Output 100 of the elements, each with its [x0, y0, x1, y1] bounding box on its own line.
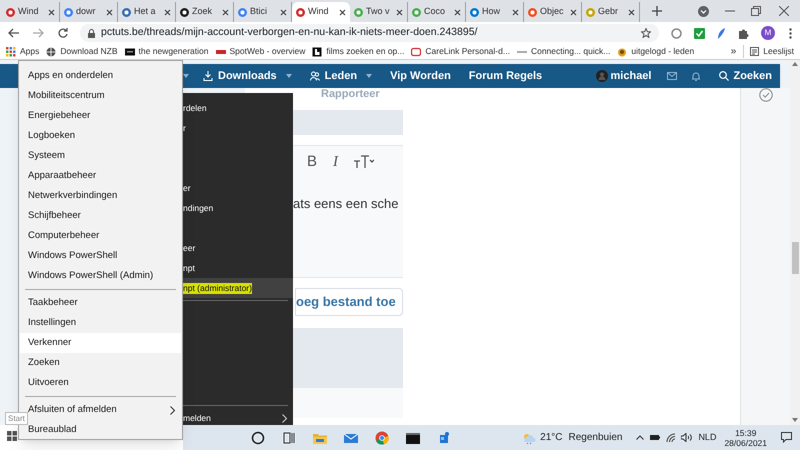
- bookmark[interactable]: the newgeneration: [124, 44, 208, 58]
- close-icon[interactable]: [570, 8, 577, 16]
- wifi-icon[interactable]: [666, 433, 676, 442]
- checkmark-circle-icon[interactable]: [758, 88, 772, 102]
- reload-icon[interactable]: [58, 28, 68, 38]
- restore-icon[interactable]: [751, 6, 761, 16]
- close-icon[interactable]: [48, 8, 55, 16]
- menu-item[interactable]: Windows PowerShell: [20, 246, 181, 266]
- bookmark[interactable]: CareLink Personal-d...: [411, 44, 510, 58]
- close-icon[interactable]: [396, 8, 403, 16]
- close-icon[interactable]: [164, 8, 171, 16]
- envelope-icon[interactable]: [344, 430, 358, 444]
- checkmark-icon[interactable]: [694, 28, 705, 38]
- battery-icon[interactable]: [650, 434, 660, 441]
- menu-item[interactable]: Zoeken: [20, 353, 181, 373]
- menu-item[interactable]: ndingen: [183, 198, 293, 218]
- bookmark[interactable]: uitgelogd - leden: [617, 44, 694, 58]
- bookmark[interactable]: films zoeken en op...: [312, 44, 404, 58]
- menu-item[interactable]: Netwerkverbindingen: [20, 186, 181, 206]
- menu-item[interactable]: Taakbeheer: [20, 293, 181, 313]
- speaker-icon[interactable]: [681, 433, 692, 442]
- menu-item[interactable]: rdelen: [183, 98, 293, 118]
- close-icon[interactable]: [222, 8, 229, 16]
- bold-button[interactable]: B: [307, 150, 318, 174]
- nav-link[interactable]: Leden: [310, 68, 372, 84]
- up-arrow-icon[interactable]: [792, 62, 798, 66]
- attach-file-button[interactable]: oeg bestand toe: [295, 288, 403, 316]
- menu-item[interactable]: Instellingen: [20, 313, 181, 333]
- bell-icon[interactable]: [691, 71, 702, 81]
- language-indicator[interactable]: NLD: [698, 430, 716, 444]
- notification-icon[interactable]: [781, 432, 792, 443]
- close-icon[interactable]: [454, 8, 461, 16]
- nav-link[interactable]: Vip Worden: [390, 68, 451, 84]
- profile-avatar[interactable]: M: [761, 26, 775, 40]
- close-icon[interactable]: [628, 8, 635, 16]
- bookmark[interactable]: Download NZB: [46, 44, 118, 58]
- windows-logo-icon[interactable]: [7, 431, 17, 441]
- close-icon[interactable]: [339, 8, 346, 16]
- mail-icon[interactable]: [667, 72, 678, 80]
- nav-link[interactable]: Downloads: [203, 68, 292, 84]
- menu-item[interactable]: er: [183, 178, 293, 198]
- reading-list[interactable]: Leeslijst: [743, 45, 794, 58]
- partial-text: Rapporteer: [320, 88, 381, 100]
- tab-title: Btici: [250, 5, 268, 18]
- caret-icon[interactable]: [183, 74, 189, 78]
- bookmark[interactable]: SpotWeb - overview: [216, 44, 306, 58]
- scrollbar-thumb[interactable]: [792, 242, 798, 274]
- close-icon[interactable]: [512, 8, 519, 16]
- task-view-icon[interactable]: [282, 430, 296, 444]
- tab-title: Het a: [134, 5, 157, 18]
- menu-item[interactable]: Systeem: [20, 146, 181, 166]
- menu-item[interactable]: Apps en onderdelen: [20, 66, 181, 86]
- address-bar[interactable]: pctuts.be/threads/mijn-account-verborgen-en-nu-kan-ik-niets-meer-doen.243895/: [80, 24, 659, 42]
- bookmark[interactable]: Apps: [6, 44, 40, 58]
- back-arrow-icon[interactable]: [8, 28, 19, 38]
- download-icon: [203, 71, 213, 81]
- feather-icon[interactable]: [717, 28, 726, 38]
- menu-item[interactable]: npt (administrator): [183, 278, 293, 298]
- star-icon[interactable]: [641, 28, 651, 38]
- terminal-icon[interactable]: [406, 430, 420, 444]
- menu-item[interactable]: eer: [183, 238, 293, 258]
- nav-link[interactable]: Forum Regels: [468, 68, 542, 84]
- users-icon: [310, 71, 320, 81]
- close-icon[interactable]: [106, 8, 113, 16]
- italic-button[interactable]: I: [333, 150, 338, 174]
- scrollbar[interactable]: [790, 60, 800, 425]
- close-icon[interactable]: [779, 6, 789, 16]
- menu-item[interactable]: Verkenner: [20, 333, 181, 353]
- chrome-icon[interactable]: [375, 430, 389, 444]
- menu-item[interactable]: Energiebeheer: [20, 106, 181, 126]
- overflow-chevron[interactable]: »: [730, 44, 736, 59]
- menu-item[interactable]: Computerbeheer: [20, 226, 181, 246]
- clock[interactable]: 15:39 28/06/2021: [724, 428, 767, 448]
- menu-item[interactable]: r: [183, 118, 293, 138]
- editor[interactable]: B I ats eens een sche: [293, 145, 403, 278]
- menu-item[interactable]: Schijfbeheer: [20, 206, 181, 226]
- menu-item[interactable]: Windows PowerShell (Admin): [20, 266, 181, 286]
- menu-item[interactable]: Uitvoeren: [20, 373, 181, 393]
- tab-search-icon[interactable]: [698, 6, 709, 17]
- menu-item[interactable]: melden: [183, 408, 293, 428]
- caret-up-icon[interactable]: [636, 435, 644, 440]
- menu-item[interactable]: npt: [183, 258, 293, 278]
- browser-tab[interactable]: Wind: [292, 2, 350, 22]
- extension-icon[interactable]: [671, 28, 682, 38]
- search-icon[interactable]: [251, 430, 265, 444]
- bookmark[interactable]: Connecting... quick...: [516, 44, 610, 58]
- plus-icon[interactable]: [652, 6, 662, 16]
- more-options-icon[interactable]: [789, 28, 792, 38]
- menu-item[interactable]: Logboeken: [20, 126, 181, 146]
- search-button[interactable]: Zoeken: [719, 68, 772, 84]
- tab-title: Two v: [366, 5, 391, 18]
- puzzle-icon[interactable]: [738, 28, 749, 38]
- close-icon[interactable]: [280, 8, 287, 16]
- user-menu[interactable]: michael: [596, 68, 652, 84]
- menu-item[interactable]: Apparaatbeheer: [20, 166, 181, 186]
- weather-widget[interactable]: 21°C Regenbuien: [522, 430, 622, 445]
- menu-item[interactable]: Mobiliteitscentrum: [20, 86, 181, 106]
- cube-app-icon[interactable]: [437, 430, 451, 444]
- text-size-icon[interactable]: [354, 155, 374, 169]
- down-arrow-icon[interactable]: [792, 418, 798, 422]
